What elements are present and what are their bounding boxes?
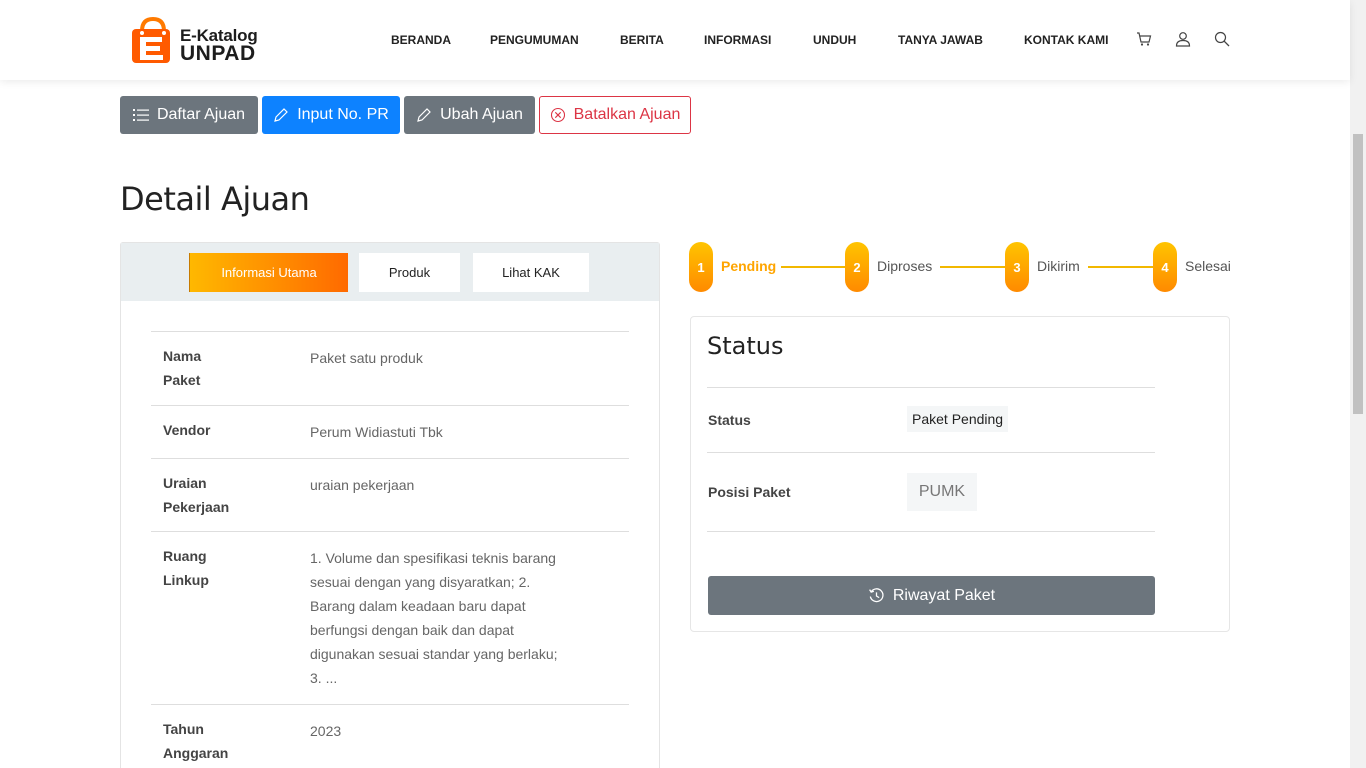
detail-row-tahun-anggaran: Tahun Anggaran 2023 — [151, 704, 629, 768]
nav-tanya-jawab[interactable]: TANYA JAWAB — [898, 33, 983, 47]
step-2-badge: 2 — [845, 242, 869, 292]
step-4-label: Selesai — [1185, 258, 1231, 274]
step-1-label: Pending — [721, 258, 777, 274]
nav-kontak-kami[interactable]: KONTAK KAMI — [1024, 33, 1108, 47]
detail-row-ruang-linkup: Ruang Linkup 1. Volume dan spesifikasi t… — [151, 531, 629, 704]
nav-unduh[interactable]: UNDUH — [813, 33, 856, 47]
shopping-bag-logo-icon — [132, 16, 170, 63]
step-3-label: Dikirim — [1037, 258, 1080, 274]
nav-berita[interactable]: BERITA — [620, 33, 664, 47]
page-title: Detail Ajuan — [120, 180, 310, 218]
tab-informasi-utama[interactable]: Informasi Utama — [189, 253, 348, 292]
tab-lihat-kak[interactable]: Lihat KAK — [473, 253, 589, 292]
posisi-paket-label: Posisi Paket — [708, 484, 791, 500]
nav-beranda[interactable]: BERANDA — [391, 33, 451, 47]
divider — [707, 531, 1155, 532]
detail-value: 2023 — [310, 723, 342, 739]
status-card: Status Status Paket Pending Posisi Paket… — [690, 316, 1230, 632]
detail-label: Uraian Pekerjaan — [163, 475, 230, 515]
divider — [707, 452, 1155, 453]
detail-row-nama-paket: Nama Paket Paket satu produk — [151, 331, 629, 405]
status-value-badge: Paket Pending — [907, 406, 1009, 432]
step-connector — [781, 266, 845, 268]
search-icon[interactable] — [1214, 31, 1230, 47]
user-icon[interactable] — [1175, 31, 1191, 47]
daftar-ajuan-button[interactable]: Daftar Ajuan — [120, 96, 258, 134]
detail-value: uraian pekerjaan — [310, 477, 415, 493]
step-2-label: Diproses — [877, 258, 933, 274]
cart-icon[interactable] — [1136, 31, 1152, 47]
status-label: Status — [708, 412, 751, 428]
history-icon — [868, 588, 884, 603]
nav-pengumuman[interactable]: PENGUMUMAN — [490, 33, 579, 47]
cancel-circle-icon — [550, 107, 565, 123]
top-header: E-Katalog UNPAD BERANDA PENGUMUMAN BERIT… — [0, 0, 1350, 80]
detail-row-uraian: Uraian Pekerjaan uraian pekerjaan — [151, 458, 629, 531]
pencil-icon — [417, 108, 431, 122]
pencil-icon — [274, 108, 289, 122]
detail-label: Tahun Anggaran — [163, 721, 229, 761]
detail-value: 1. Volume dan spesifikasi teknis barang … — [310, 550, 558, 686]
nav-informasi[interactable]: INFORMASI — [704, 33, 771, 47]
detail-label: Vendor — [163, 422, 211, 438]
step-1-badge: 1 — [689, 242, 713, 292]
daftar-ajuan-label: Daftar Ajuan — [156, 106, 246, 123]
step-connector — [1088, 266, 1153, 268]
detail-value: Paket satu produk — [310, 350, 423, 366]
batalkan-ajuan-button[interactable]: Batalkan Ajuan — [539, 96, 691, 134]
scrollbar-thumb[interactable] — [1353, 134, 1363, 414]
tab-produk[interactable]: Produk — [359, 253, 460, 292]
posisi-paket-badge: PUMK — [907, 473, 977, 511]
step-connector — [940, 266, 1005, 268]
site-logo[interactable]: E-Katalog UNPAD — [128, 15, 268, 65]
detail-card: Informasi Utama Produk Lihat KAK Nama Pa… — [120, 242, 660, 768]
divider — [707, 387, 1155, 388]
riwayat-paket-label: Riwayat Paket — [892, 586, 996, 604]
list-icon — [132, 109, 149, 121]
page-scrollbar[interactable] — [1350, 0, 1366, 768]
status-card-title: Status — [707, 332, 784, 360]
detail-label: Nama Paket — [163, 348, 202, 388]
logo-line2: UNPAD — [180, 42, 256, 65]
riwayat-paket-button[interactable]: Riwayat Paket — [708, 576, 1155, 615]
input-no-pr-button[interactable]: Input No. PR — [262, 96, 400, 134]
step-4-badge: 4 — [1153, 242, 1177, 292]
detail-value: Perum Widiastuti Tbk — [310, 424, 443, 440]
input-no-pr-label: Input No. PR — [297, 106, 389, 123]
ubah-ajuan-button[interactable]: Ubah Ajuan — [404, 96, 535, 134]
detail-row-vendor: Vendor Perum Widiastuti Tbk — [151, 405, 629, 458]
batalkan-ajuan-label: Batalkan Ajuan — [573, 106, 681, 123]
tabs-bar: Informasi Utama Produk Lihat KAK — [121, 243, 659, 301]
ubah-ajuan-label: Ubah Ajuan — [440, 106, 523, 123]
detail-label: Ruang Linkup — [163, 548, 209, 588]
step-3-badge: 3 — [1005, 242, 1029, 292]
